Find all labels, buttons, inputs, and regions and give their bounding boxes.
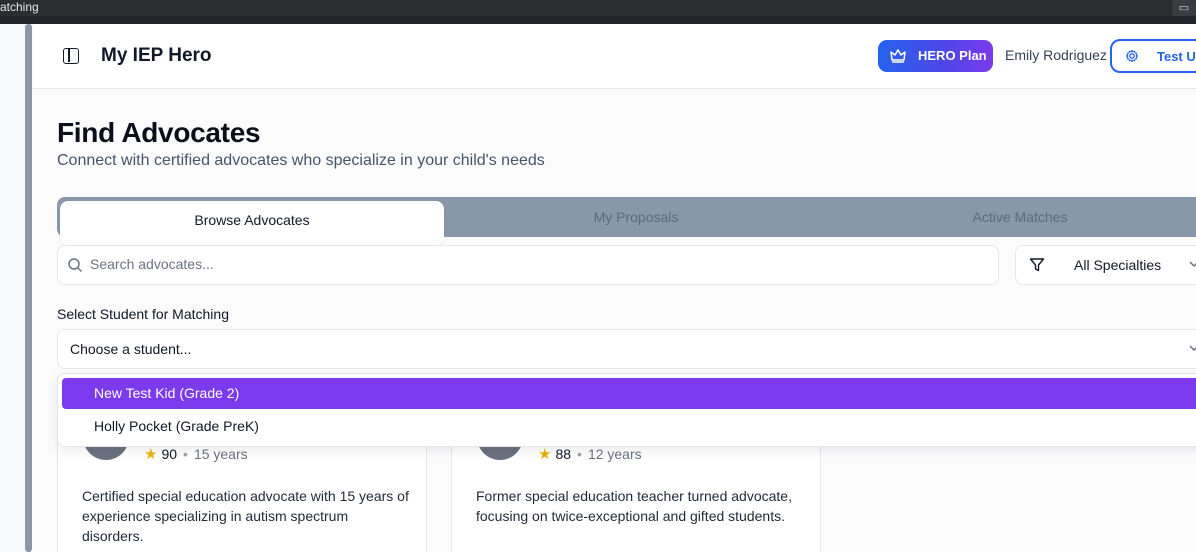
specialty-filter[interactable]: All Specialties [1015, 245, 1196, 285]
star-icon: ★ [538, 446, 552, 463]
search-icon [68, 258, 83, 273]
search-box [57, 245, 999, 285]
student-select-value: Choose a student... [70, 341, 192, 357]
advocate-card[interactable]: ★ 88 • 12 years Former special education te… [451, 429, 821, 552]
advocate-rating: 90 [161, 446, 178, 462]
advocate-experience: 15 years [193, 446, 248, 462]
student-dropdown-menu: New Test Kid (Grade 2) Holly Pocket (Gra… [57, 373, 1196, 447]
gear-icon [1125, 49, 1139, 63]
user-name: Emily Rodriguez [1005, 47, 1107, 63]
tab-browse-advocates[interactable]: Browse Advocates [60, 201, 444, 245]
sidebar-toggle-icon[interactable] [63, 48, 79, 64]
tab-active-matches[interactable]: Active Matches [828, 201, 1196, 233]
hero-plan-label: HERO Plan [918, 48, 987, 63]
specialty-filter-value: All Specialties [1074, 257, 1162, 273]
chevron-down-icon [1189, 261, 1196, 268]
browser-tab-title[interactable]: atching [0, 0, 39, 14]
tab-my-proposals[interactable]: My Proposals [444, 201, 828, 233]
search-input[interactable] [90, 256, 970, 272]
device-toggle-icon[interactable]: ▭ [1172, 0, 1196, 16]
advocate-stats: ★ 90 • 15 years [144, 445, 248, 463]
app-header: My IEP Hero HERO Plan Emily Rodriguez Te… [33, 24, 1196, 89]
advocate-description: Certified special education advocate wit… [82, 488, 409, 544]
star-icon: ★ [144, 446, 158, 463]
main-content: Find Advocates Connect with certified ad… [33, 89, 1196, 552]
separator-dot: • [577, 446, 582, 462]
student-select[interactable]: Choose a student... [57, 329, 1196, 369]
tab-list: Browse Advocates My Proposals Active Mat… [57, 197, 1196, 245]
test-user-label: Test Us [1157, 49, 1196, 64]
advocate-stats: ★ 88 • 12 years [538, 445, 642, 463]
student-option[interactable]: Holly Pocket (Grade PreK) [62, 411, 1196, 442]
sidebar-scrollbar[interactable] [25, 24, 32, 552]
advocate-description: Former special education teacher turned … [476, 488, 792, 524]
advocate-experience: 12 years [587, 446, 642, 462]
student-select-label: Select Student for Matching [57, 306, 229, 322]
page-title: Find Advocates [57, 117, 261, 148]
student-option[interactable]: New Test Kid (Grade 2) [62, 378, 1196, 409]
advocate-card[interactable]: ★ 90 • 15 years Certified special education… [57, 429, 427, 552]
app-title[interactable]: My IEP Hero [101, 45, 212, 67]
chevron-down-icon [1189, 345, 1196, 352]
crown-icon [890, 49, 906, 63]
filter-icon [1029, 258, 1045, 272]
hero-plan-button[interactable]: HERO Plan [878, 40, 993, 72]
separator-dot: • [183, 446, 188, 462]
advocate-rating: 88 [555, 446, 572, 462]
page-subtitle: Connect with certified advocates who spe… [57, 152, 545, 169]
browser-divider [0, 16, 1196, 24]
test-user-button[interactable]: Test Us [1110, 39, 1196, 73]
